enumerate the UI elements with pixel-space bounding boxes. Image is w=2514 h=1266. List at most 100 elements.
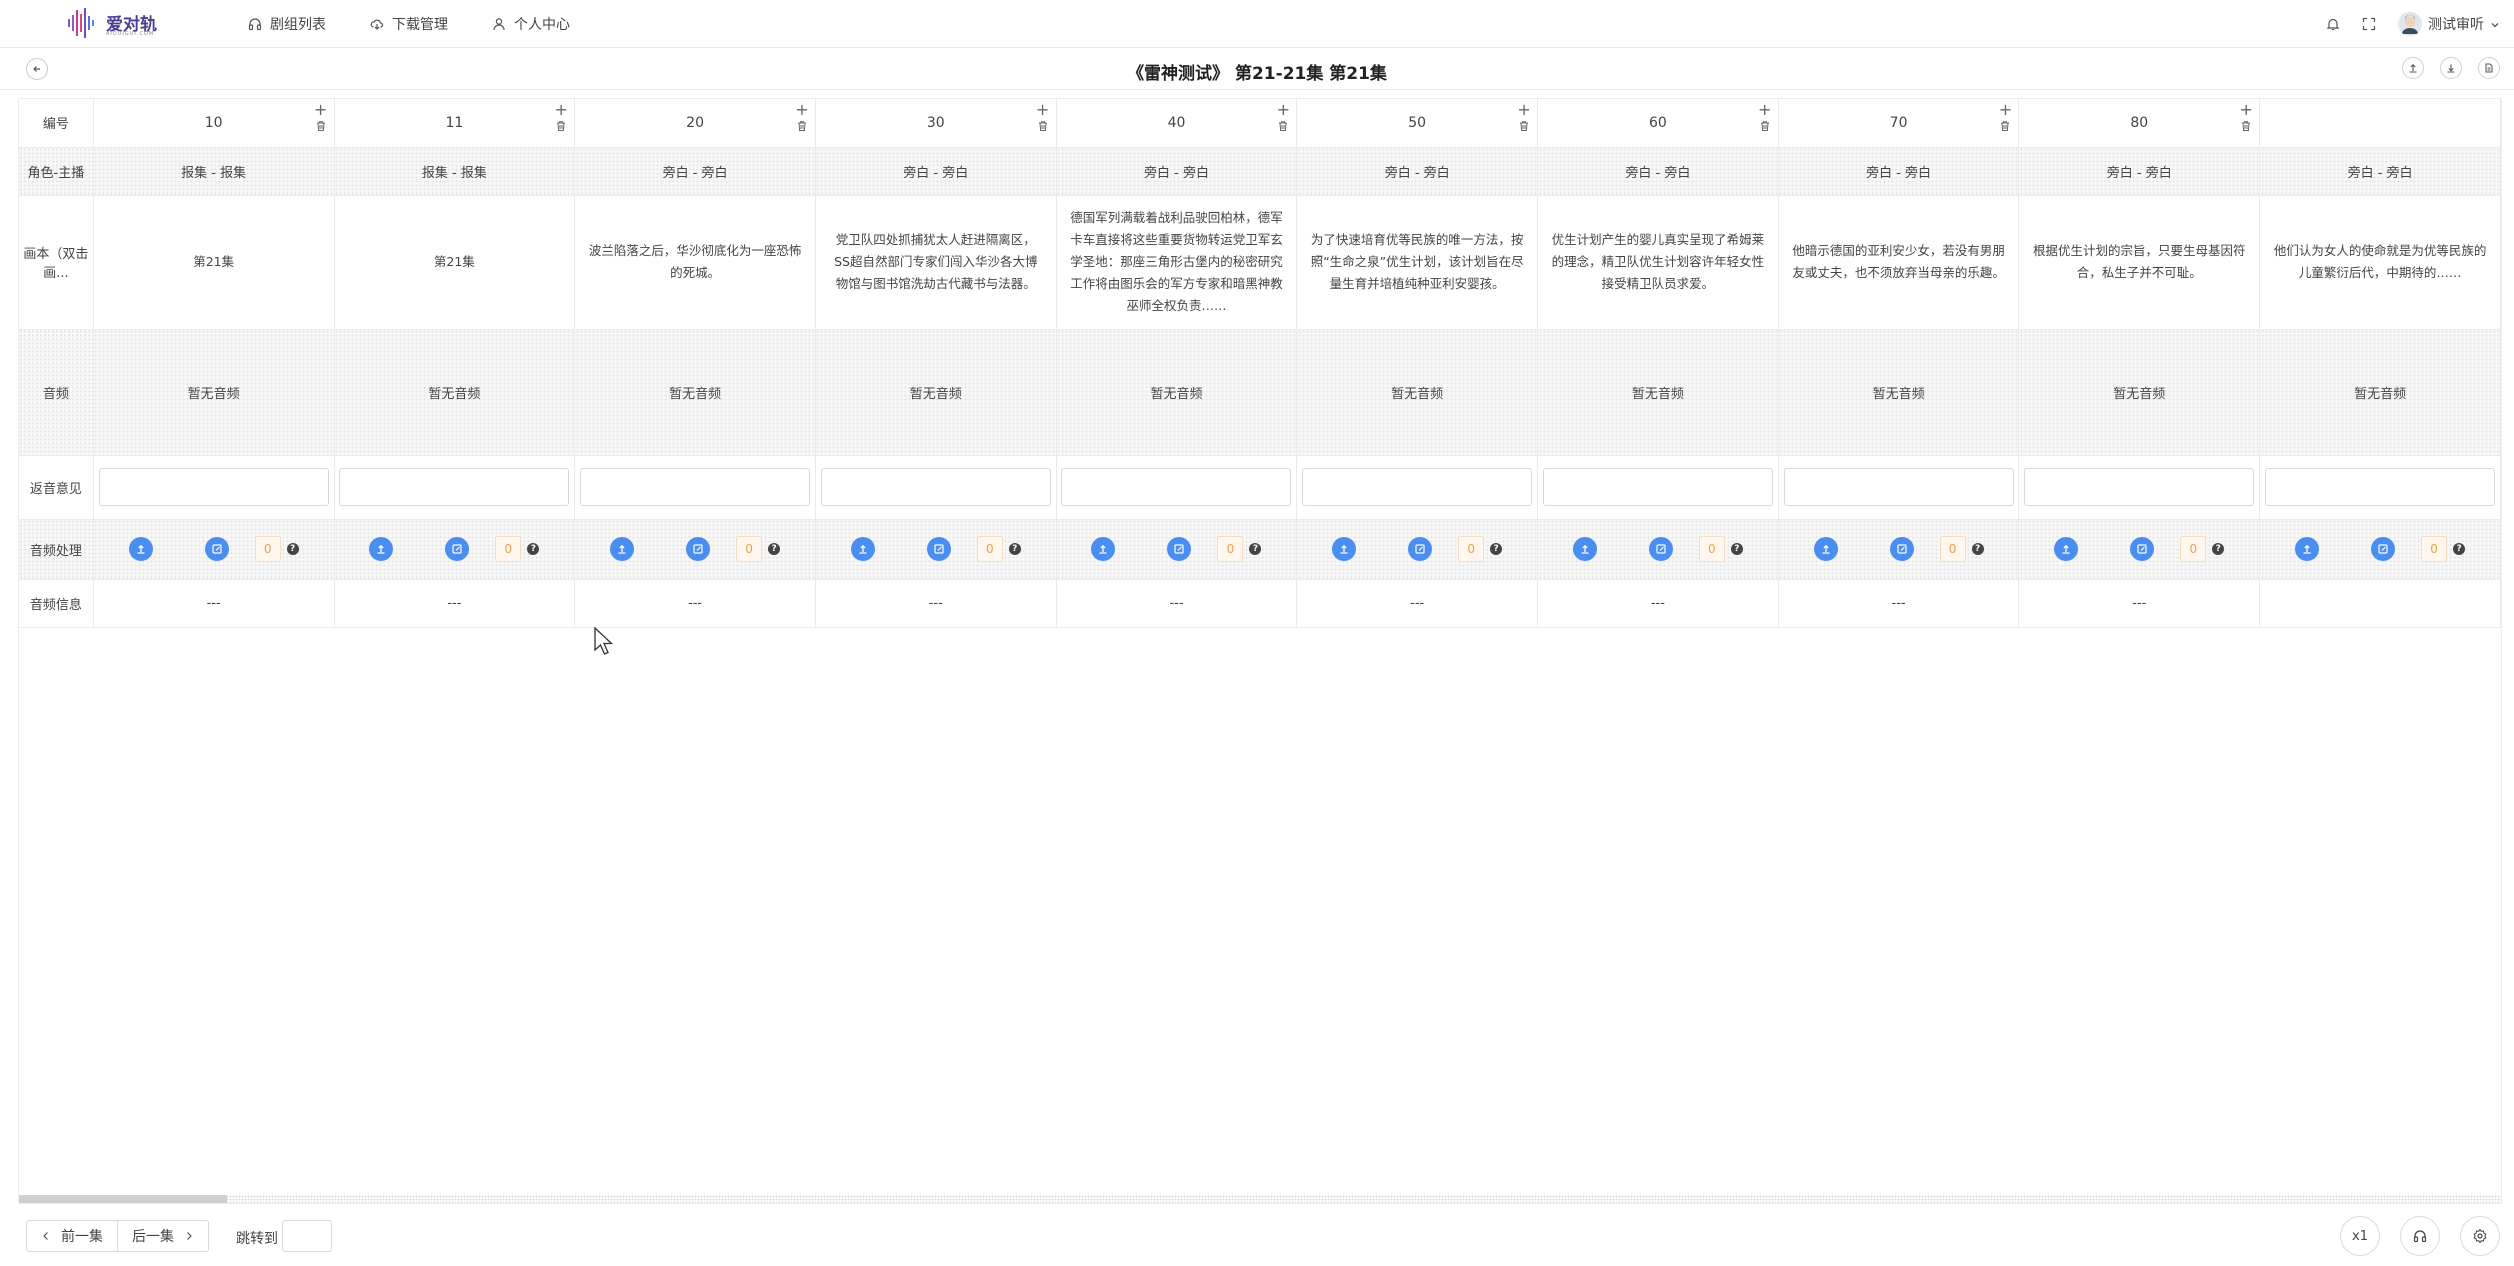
retake-count-badge[interactable]: 0 — [736, 536, 763, 562]
processing-cell: 0? — [93, 519, 335, 580]
add-line-icon[interactable]: + — [795, 102, 809, 118]
add-line-icon[interactable]: + — [314, 102, 328, 118]
upload-audio-button[interactable] — [1572, 537, 1597, 561]
script-cell[interactable]: 他暗示德国的亚利安少女，若没有男朋友或丈夫，也不须放弃当母亲的乐趣。 — [1778, 195, 2020, 330]
delete-line-icon[interactable] — [2239, 120, 2253, 136]
edit-audio-button[interactable] — [2130, 537, 2155, 561]
script-cell[interactable]: 德国军列满载着战利品驶回柏林，德军卡车直接将这些重要货物转运党卫军玄学圣地：那座… — [1056, 195, 1298, 330]
retake-count-badge[interactable]: 0 — [1698, 536, 1725, 562]
upload-audio-button[interactable] — [2054, 537, 2079, 561]
upload-audio-button[interactable] — [369, 537, 394, 561]
script-cell[interactable]: 党卫队四处抓捕犹太人赶进隔离区，SS超自然部门专家们闯入华沙各大博物馆与图书馆洗… — [815, 195, 1057, 330]
feedback-input[interactable] — [2024, 468, 2255, 506]
script-cell[interactable]: 他们认为女人的使命就是为优等民族的儿童繁衍后代，中期待的…… — [2259, 195, 2501, 330]
feedback-input[interactable] — [2265, 468, 2496, 506]
row-script: 画本（双击画... 第21集 第21集 波兰陷落之后，华沙彻底化为一座恐怖的死城。党… — [19, 195, 2501, 330]
script-cell[interactable]: 为了快速培育优等民族的唯一方法，按照“生命之泉”优生计划，该计划旨在尽量生育并培… — [1296, 195, 1539, 330]
edit-audio-button[interactable] — [1408, 537, 1433, 561]
help-question-icon[interactable]: ? — [1490, 543, 1503, 555]
feedback-input[interactable] — [1061, 468, 1292, 506]
delete-line-icon[interactable] — [554, 120, 568, 136]
add-line-icon[interactable]: + — [1036, 102, 1050, 118]
jump-to-input[interactable] — [282, 1220, 332, 1252]
script-cell[interactable]: 第21集 — [334, 195, 576, 330]
script-cell[interactable]: 第21集 — [93, 195, 335, 330]
edit-audio-button[interactable] — [686, 537, 711, 561]
document-button[interactable] — [2478, 57, 2500, 79]
delete-line-icon[interactable] — [1036, 120, 1050, 136]
upload-audio-button[interactable] — [1332, 537, 1357, 561]
horizontal-scrollbar[interactable] — [19, 1195, 2501, 1203]
retake-count-badge[interactable]: 0 — [1939, 536, 1966, 562]
add-line-icon[interactable]: + — [2239, 102, 2253, 118]
script-cell[interactable]: 优生计划产生的婴儿真实呈现了希姆莱的理念，精卫队优生计划容许年轻女性接受精卫队员… — [1537, 195, 1779, 330]
delete-line-icon[interactable] — [1998, 120, 2012, 136]
edit-audio-button[interactable] — [445, 537, 470, 561]
add-line-icon[interactable]: + — [1517, 102, 1531, 118]
edit-audio-button[interactable] — [1889, 537, 1914, 561]
help-question-icon[interactable]: ? — [2453, 543, 2466, 555]
scrollbar-thumb[interactable] — [19, 1195, 227, 1203]
help-question-icon[interactable]: ? — [527, 543, 540, 555]
feedback-input[interactable] — [820, 468, 1051, 506]
add-line-icon[interactable]: + — [554, 102, 568, 118]
retake-count-badge[interactable]: 0 — [976, 536, 1003, 562]
edit-audio-button[interactable] — [1648, 537, 1673, 561]
feedback-input[interactable] — [1302, 468, 1533, 506]
upload-audio-button[interactable] — [128, 537, 153, 561]
help-question-icon[interactable]: ? — [1008, 543, 1021, 555]
feedback-input[interactable] — [1783, 468, 2014, 506]
feedback-input[interactable] — [98, 468, 329, 506]
feedback-input[interactable] — [1542, 468, 1773, 506]
delete-line-icon[interactable] — [314, 120, 328, 136]
edit-audio-button[interactable] — [204, 537, 229, 561]
app-logo[interactable]: 爱对轨 AIDUIGUI.COM — [66, 6, 166, 42]
script-cell[interactable]: 波兰陷落之后，华沙彻底化为一座恐怖的死城。 — [574, 195, 816, 330]
feedback-input[interactable] — [580, 468, 811, 506]
delete-line-icon[interactable] — [1758, 120, 1772, 136]
user-name[interactable]: 测试审听 — [2428, 14, 2484, 34]
user-avatar[interactable] — [2398, 12, 2422, 36]
retake-count-badge[interactable]: 0 — [1458, 536, 1485, 562]
add-line-icon[interactable]: + — [1758, 102, 1772, 118]
chevron-down-icon[interactable] — [2490, 15, 2500, 34]
nav-item-personal-center[interactable]: 个人中心 — [492, 14, 570, 34]
upload-audio-button[interactable] — [2295, 537, 2320, 561]
playback-speed-button[interactable]: x1 — [2340, 1216, 2380, 1256]
edit-audio-button[interactable] — [2371, 537, 2396, 561]
retake-count-badge[interactable]: 0 — [1217, 536, 1244, 562]
delete-line-icon[interactable] — [1276, 120, 1290, 136]
edit-audio-button[interactable] — [1167, 537, 1192, 561]
edit-audio-button[interactable] — [926, 537, 951, 561]
help-question-icon[interactable]: ? — [1971, 543, 1984, 555]
upload-audio-button[interactable] — [1091, 537, 1116, 561]
delete-line-icon[interactable] — [795, 120, 809, 136]
next-episode-button[interactable]: 后一集 — [117, 1221, 208, 1251]
nav-item-download-manager[interactable]: 下载管理 — [370, 14, 448, 34]
fullscreen-icon[interactable] — [2362, 17, 2376, 31]
upload-audio-button[interactable] — [850, 537, 875, 561]
retake-count-badge[interactable]: 0 — [495, 536, 522, 562]
settings-button[interactable] — [2460, 1216, 2500, 1256]
add-line-icon[interactable]: + — [1276, 102, 1290, 118]
help-question-icon[interactable]: ? — [1730, 543, 1743, 555]
headphones-button[interactable] — [2400, 1216, 2440, 1256]
help-question-icon[interactable]: ? — [286, 543, 299, 555]
help-question-icon[interactable]: ? — [768, 543, 781, 555]
upload-audio-button[interactable] — [1813, 537, 1838, 561]
nav-item-crew-list[interactable]: 剧组列表 — [248, 14, 326, 34]
download-button[interactable] — [2440, 57, 2462, 79]
upload-audio-button[interactable] — [610, 537, 635, 561]
retake-count-badge[interactable]: 0 — [254, 536, 281, 562]
retake-count-badge[interactable]: 0 — [2180, 536, 2207, 562]
add-line-icon[interactable]: + — [1998, 102, 2012, 118]
retake-count-badge[interactable]: 0 — [2421, 536, 2448, 562]
help-question-icon[interactable]: ? — [1249, 543, 1262, 555]
notification-bell-icon[interactable] — [2326, 17, 2340, 31]
delete-line-icon[interactable] — [1517, 120, 1531, 136]
feedback-input[interactable] — [339, 468, 570, 506]
prev-episode-button[interactable]: 前一集 — [27, 1221, 117, 1251]
script-cell[interactable]: 根据优生计划的宗旨，只要生母基因符合，私生子并不可耻。 — [2018, 195, 2261, 330]
upload-button[interactable] — [2402, 57, 2424, 79]
help-question-icon[interactable]: ? — [2212, 543, 2225, 555]
